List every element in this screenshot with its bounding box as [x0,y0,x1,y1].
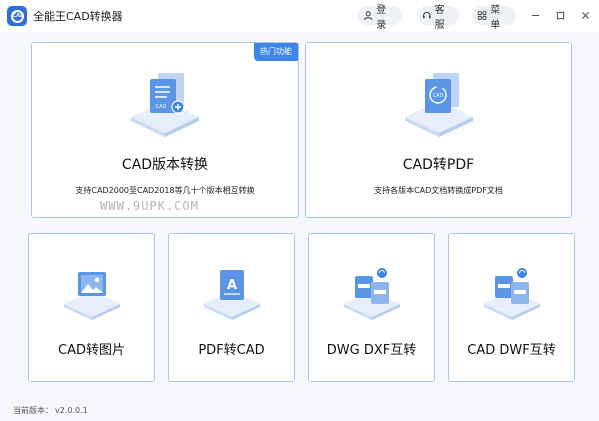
close-button[interactable] [578,8,592,22]
headset-icon [423,11,431,19]
user-icon [363,11,373,20]
version-info: 当前版本： v2.0.0.1 [11,405,88,416]
cad-to-image-icon [63,272,120,320]
card-pdf-to-cad[interactable]: A PDF转CAD [168,233,295,382]
app-logo-icon: CAD [7,6,27,26]
card-cad-to-pdf[interactable]: CAD CAD转PDF 支持各版本CAD文档转换成PDF文档 [305,42,572,218]
cad-version-convert-icon: CAD [131,73,199,137]
minimize-icon [531,14,539,16]
card-title: CAD转PDF [402,157,475,173]
close-icon [581,11,589,19]
customer-service-button[interactable]: 客服 [417,5,459,31]
version-value: v2.0.0.1 [55,406,88,415]
app-title: 全能王CAD转换器 [33,10,123,23]
minimize-button[interactable] [528,8,542,22]
grid-menu-icon [477,11,487,20]
card-title: PDF转CAD [198,343,265,358]
title-bar: CAD 全能王CAD转换器 登录 客服 菜单 [0,0,599,32]
menu-button[interactable]: 菜单 [472,5,516,31]
version-label: 当前版本： [13,406,53,415]
dwg-dxf-convert-icon [343,268,400,320]
card-cad-version-convert[interactable]: 热门功能 CAD CAD版本转换 支持CAD2000至CAD2018等几十个版本… [31,42,299,218]
cad-pdf-icon-text: CAD [432,93,443,99]
cad-dwf-convert-icon [483,268,540,320]
card-description: 支持CAD2000至CAD2018等几十个版本相互转换 [75,186,255,195]
app-logo-text: CAD [10,9,24,23]
watermark: WWW.9UPK.COM [100,199,199,213]
login-button[interactable]: 登录 [358,5,402,31]
card-title: CAD DWF互转 [467,343,556,358]
menu-label: 菜单 [490,4,501,31]
pdf-to-cad-icon: A [203,270,260,320]
card-dwg-dxf-convert[interactable]: DWG DXF互转 [308,233,435,382]
card-title: CAD转图片 [58,343,125,358]
card-cad-dwf-convert[interactable]: CAD DWF互转 [448,233,575,382]
hot-feature-badge: 热门功能 [254,43,298,61]
pdf-cad-icon-text: A [226,278,236,293]
card-cad-to-image[interactable]: CAD转图片 [28,233,155,382]
maximize-button[interactable] [553,8,567,22]
card-title: DWG DXF互转 [326,343,417,358]
service-label: 客服 [434,4,445,31]
cad-to-pdf-icon: CAD [404,73,473,137]
card-title: CAD版本转换 [121,157,209,173]
login-label: 登录 [376,4,387,31]
card-description: 支持各版本CAD文档转换成PDF文档 [374,186,503,195]
maximize-icon [556,11,564,19]
cad-version-icon-text: CAD [156,104,167,110]
